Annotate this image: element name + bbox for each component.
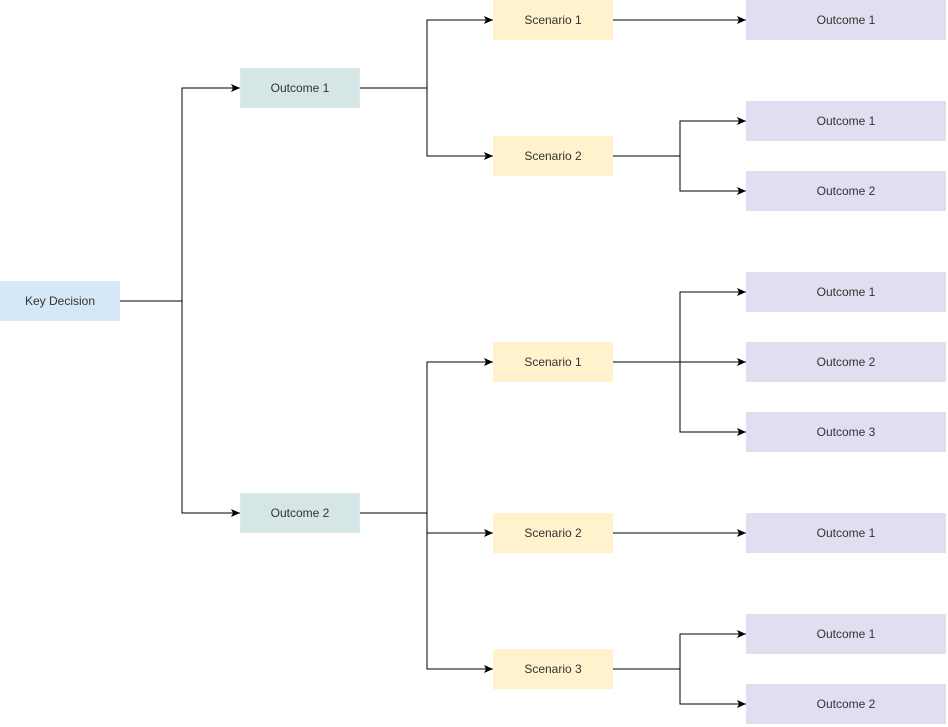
edge-o2s1-l1	[679, 288, 746, 362]
node-label: Scenario 2	[524, 149, 582, 163]
edge-o2s1-l3	[679, 362, 746, 436]
scenario-node-o2-s2[interactable]: Scenario 2	[493, 513, 613, 553]
leaf-node-o2-s1-1[interactable]: Outcome 1	[746, 272, 946, 312]
leaf-node-o2-s1-3[interactable]: Outcome 3	[746, 412, 946, 452]
scenario-node-o1-s1[interactable]: Scenario 1	[493, 0, 613, 40]
key-decision-node[interactable]: Key Decision	[0, 281, 120, 321]
leaf-node-o2-s1-2[interactable]: Outcome 2	[746, 342, 946, 382]
edge-o2-s3	[426, 533, 493, 673]
leaf-node-o2-s3-2[interactable]: Outcome 2	[746, 684, 946, 724]
node-label: Outcome 2	[270, 506, 330, 520]
edge-o1-s2	[426, 88, 493, 160]
scenario-node-o2-s3[interactable]: Scenario 3	[493, 649, 613, 689]
edge-o1s2-l2	[679, 156, 746, 195]
leaf-node-o1-s1-1[interactable]: Outcome 1	[746, 0, 946, 40]
outcome-node-2[interactable]: Outcome 2	[240, 493, 360, 533]
node-label: Outcome 3	[816, 425, 876, 439]
node-label: Scenario 2	[524, 526, 582, 540]
edge-o2s3-l2	[679, 669, 746, 708]
node-label: Outcome 1	[816, 627, 876, 641]
edge-o1s2-l1	[613, 117, 746, 157]
node-label: Scenario 3	[524, 662, 582, 676]
node-label: Outcome 1	[816, 526, 876, 540]
node-label: Outcome 1	[816, 114, 876, 128]
leaf-node-o1-s2-1[interactable]: Outcome 1	[746, 101, 946, 141]
edge-o2s3-l1	[613, 630, 746, 670]
edge-o2-s2	[426, 513, 493, 537]
node-label: Outcome 2	[816, 355, 876, 369]
node-label: Outcome 2	[816, 697, 876, 711]
edge-root-outcome-1	[120, 84, 240, 302]
leaf-node-o1-s2-2[interactable]: Outcome 2	[746, 171, 946, 211]
node-label: Scenario 1	[524, 13, 582, 27]
scenario-node-o1-s2[interactable]: Scenario 2	[493, 136, 613, 176]
node-label: Outcome 2	[816, 184, 876, 198]
node-label: Scenario 1	[524, 355, 582, 369]
scenario-node-o2-s1[interactable]: Scenario 1	[493, 342, 613, 382]
leaf-node-o2-s3-1[interactable]: Outcome 1	[746, 614, 946, 654]
edge-o2-s1	[360, 358, 493, 514]
node-label: Outcome 1	[816, 285, 876, 299]
node-label: Outcome 1	[816, 13, 876, 27]
outcome-node-1[interactable]: Outcome 1	[240, 68, 360, 108]
node-label: Key Decision	[24, 294, 96, 308]
edge-o1-s1	[360, 16, 493, 89]
leaf-node-o2-s2-1[interactable]: Outcome 1	[746, 513, 946, 553]
edge-root-outcome-2	[181, 301, 240, 517]
node-label: Outcome 1	[270, 81, 330, 95]
